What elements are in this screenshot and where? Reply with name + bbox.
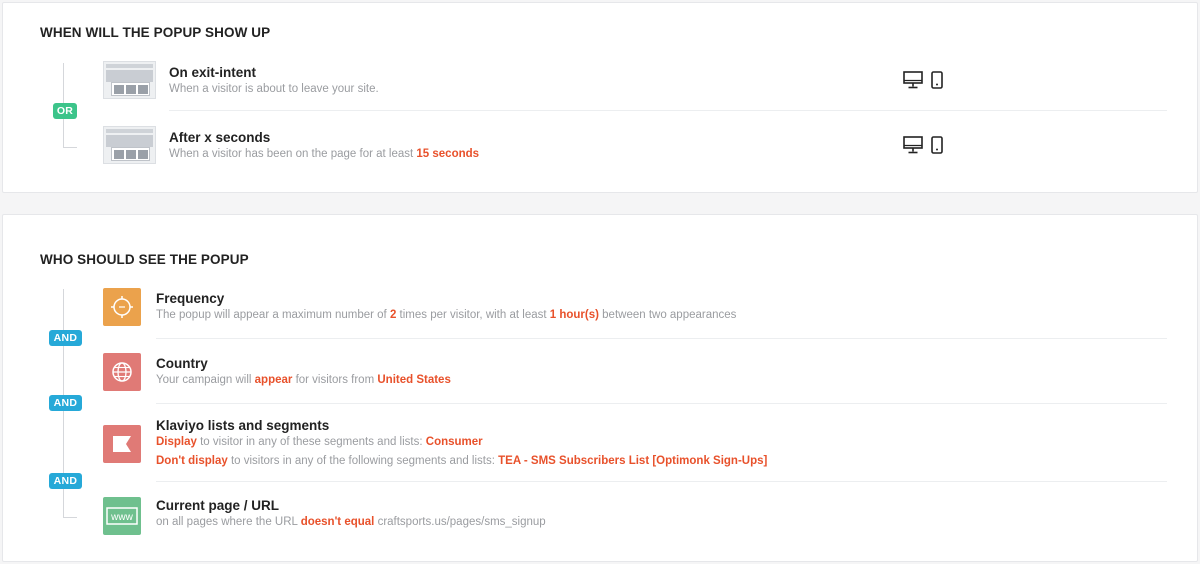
audience-title: WHO SHOULD SEE THE POPUP <box>40 252 249 267</box>
after-seconds-devices <box>903 136 943 154</box>
desktop-icon <box>903 136 923 154</box>
row-divider <box>156 403 1167 404</box>
klaviyo-dont-display-value: Don't display <box>156 455 228 467</box>
after-seconds-title: After x seconds <box>169 130 271 145</box>
exit-intent-row[interactable]: On exit-intent When a visitor is about t… <box>169 65 1167 97</box>
klaviyo-desc-text: to visitors in any of the following segm… <box>227 455 499 467</box>
exit-intent-devices <box>903 71 943 89</box>
seconds-value: 15 seconds <box>416 148 480 160</box>
www-icon-text: www <box>110 512 133 523</box>
country-appear-value: appear <box>254 374 293 386</box>
frequency-desc-text: The popup will appear a maximum number o… <box>156 309 390 321</box>
or-badge: OR <box>53 103 77 119</box>
url-desc-text: craftsports.us/pages/sms_signup <box>374 516 546 528</box>
klaviyo-list-value: TEA - SMS Subscribers List [Optimonk Sig… <box>498 455 768 467</box>
klaviyo-consumer-value: Consumer <box>425 436 483 448</box>
and-badge: AND <box>49 395 82 411</box>
frequency-desc: The popup will appear a maximum number o… <box>156 308 1167 323</box>
flag-icon <box>103 425 141 463</box>
row-divider <box>169 110 1167 111</box>
show-up-card: WHEN WILL THE POPUP SHOW UP OR On exit-i… <box>2 2 1198 193</box>
and-badge: AND <box>49 473 82 489</box>
klaviyo-dont-display-line: Don't display to visitors in any of the … <box>156 454 1167 469</box>
and-badge: AND <box>49 330 82 346</box>
country-desc-text: for visitors from <box>292 374 378 386</box>
globe-icon <box>103 353 141 391</box>
row-divider <box>156 481 1167 482</box>
frequency-title: Frequency <box>156 291 225 306</box>
url-operator-value: doesn't equal <box>300 516 375 528</box>
klaviyo-title: Klaviyo lists and segments <box>156 418 330 433</box>
after-seconds-thumbnail <box>103 126 156 164</box>
klaviyo-row[interactable]: Klaviyo lists and segments Display to vi… <box>156 418 1167 469</box>
url-row[interactable]: Current page / URL on all pages where th… <box>156 498 1167 530</box>
country-desc-text: Your campaign will <box>156 374 255 386</box>
mobile-icon <box>931 136 943 154</box>
connector-tick <box>63 517 77 518</box>
country-title: Country <box>156 356 208 371</box>
desktop-icon <box>903 71 923 89</box>
url-desc: on all pages where the URL doesn't equal… <box>156 515 1167 530</box>
exit-intent-title: On exit-intent <box>169 65 256 80</box>
klaviyo-display-line: Display to visitor in any of these segme… <box>156 435 1167 450</box>
frequency-hours-value: 1 hour(s) <box>549 309 599 321</box>
mobile-icon <box>931 71 943 89</box>
country-value: United States <box>377 374 451 386</box>
url-title: Current page / URL <box>156 498 280 513</box>
klaviyo-desc-text: to visitor in any of these segments and … <box>196 436 426 448</box>
after-seconds-row[interactable]: After x seconds When a visitor has been … <box>169 130 1167 162</box>
show-up-title: WHEN WILL THE POPUP SHOW UP <box>40 25 271 40</box>
url-desc-text: on all pages where the URL <box>156 516 301 528</box>
frequency-row[interactable]: Frequency The popup will appear a maximu… <box>156 291 1167 323</box>
row-divider <box>156 338 1167 339</box>
connector-tick <box>63 147 77 148</box>
after-seconds-desc-text: When a visitor has been on the page for … <box>169 148 417 160</box>
frequency-desc-text: times per visitor, with at least <box>396 309 550 321</box>
klaviyo-display-value: Display <box>156 436 197 448</box>
exit-intent-desc: When a visitor is about to leave your si… <box>169 83 379 95</box>
exit-intent-thumbnail <box>103 61 156 99</box>
frequency-desc-text: between two appearances <box>598 309 737 321</box>
www-icon: www <box>103 497 141 535</box>
after-seconds-desc: When a visitor has been on the page for … <box>169 147 1167 162</box>
clock-icon <box>103 288 141 326</box>
country-desc: Your campaign will appear for visitors f… <box>156 373 1167 388</box>
audience-card: WHO SHOULD SEE THE POPUP AND AND AND Fre… <box>2 214 1198 562</box>
country-row[interactable]: Country Your campaign will appear for vi… <box>156 356 1167 388</box>
